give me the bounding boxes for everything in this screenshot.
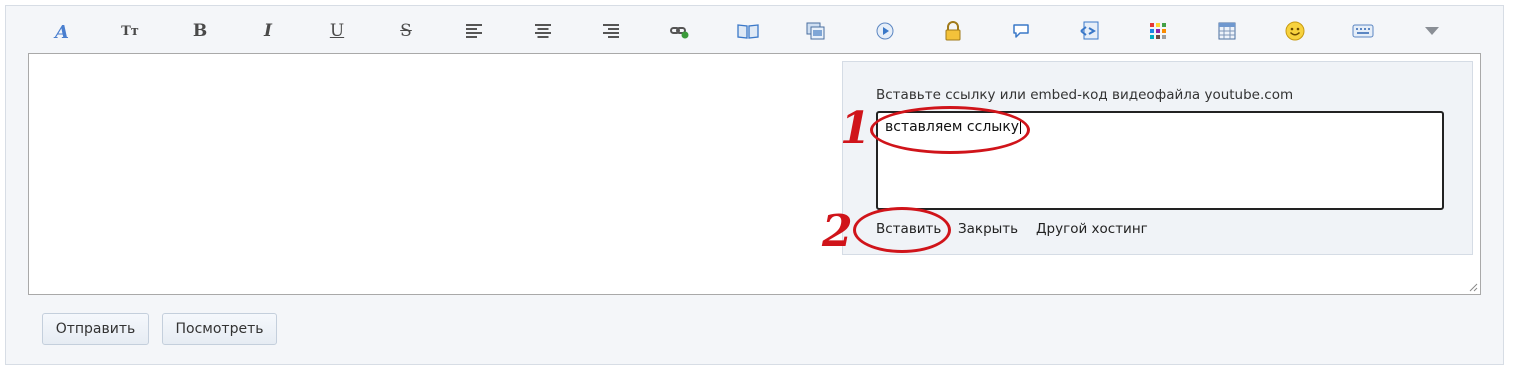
strikethrough-icon[interactable]: S: [394, 19, 418, 43]
smiley-icon[interactable]: [1283, 19, 1307, 43]
more-dropdown-icon[interactable]: [1420, 19, 1444, 43]
bold-icon[interactable]: B: [188, 19, 212, 43]
speech-bubble-icon[interactable]: [1009, 19, 1033, 43]
keyboard-icon[interactable]: [1351, 19, 1375, 43]
align-left-icon[interactable]: [462, 19, 486, 43]
annotation-step-2: 2: [822, 206, 853, 257]
svg-text:A: A: [53, 22, 69, 41]
font-size-icon[interactable]: Tт: [118, 19, 142, 43]
table-icon[interactable]: [1215, 19, 1239, 43]
embed-instructions-label: Вставьте ссылку или embed-код видеофайла…: [876, 87, 1294, 103]
align-right-icon[interactable]: [599, 19, 623, 43]
editor-toolbar: A Tт B I U S: [10, 14, 1480, 48]
code-icon[interactable]: [1078, 19, 1102, 43]
close-link[interactable]: Закрыть: [958, 221, 1018, 237]
image-icon[interactable]: [804, 19, 828, 43]
send-button[interactable]: Отправить: [42, 313, 149, 345]
other-hosting-link[interactable]: Другой хостинг: [1036, 221, 1148, 237]
color-palette-icon[interactable]: [1146, 19, 1170, 43]
preview-button[interactable]: Посмотреть: [162, 313, 277, 345]
align-center-icon[interactable]: [531, 19, 555, 43]
annotation-ellipse-2: [853, 207, 951, 253]
underline-icon[interactable]: U: [325, 19, 349, 43]
font-style-icon[interactable]: A: [50, 19, 74, 43]
book-icon[interactable]: [736, 19, 760, 43]
link-icon[interactable]: [668, 19, 692, 43]
media-icon[interactable]: [873, 19, 897, 43]
annotation-step-1: 1: [840, 103, 871, 154]
resize-handle-icon[interactable]: [1468, 282, 1478, 292]
lock-icon[interactable]: [941, 19, 965, 43]
italic-icon[interactable]: I: [256, 19, 280, 43]
annotation-ellipse-1: [870, 106, 1030, 154]
